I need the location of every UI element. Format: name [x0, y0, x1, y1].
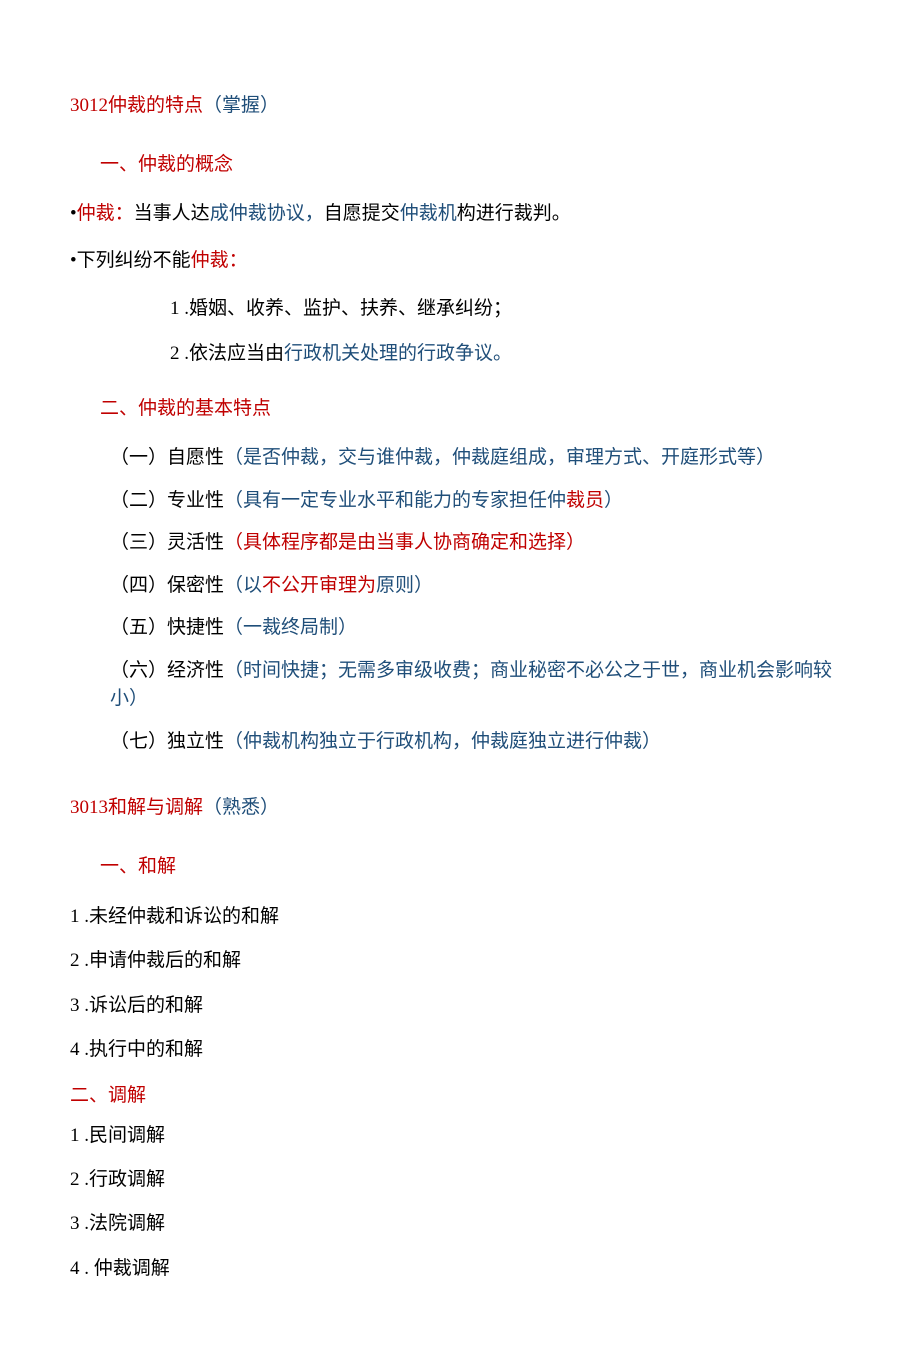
feature-1: （一）自愿性（是否仲裁，交与谁仲裁，仲裁庭组成，审理方式、开庭形式等） — [110, 444, 850, 473]
bullet-definition: •仲裁：当事人达成仲裁协议，自愿提交仲裁机构进行裁判。 — [70, 200, 850, 229]
section-label: 仲裁的特点 — [108, 95, 203, 116]
section-note: （掌握） — [203, 95, 279, 116]
hejie-2: 2 .申请仲裁后的和解 — [70, 946, 850, 976]
feature-7: （七）独立性（仲裁机构独立于行政机构，仲裁庭独立进行仲裁） — [110, 728, 850, 757]
feature-4: （四）保密性（以不公开审理为原则） — [110, 572, 850, 601]
section-label-3013: 和解与调解 — [108, 797, 203, 818]
feature-2: （二）专业性（具有一定专业水平和能力的专家担任仲裁员） — [110, 487, 850, 516]
section-note-3013: （熟悉） — [203, 797, 279, 818]
heading-hejie: 一、和解 — [100, 851, 850, 878]
tiaojie-2: 2 .行政调解 — [70, 1165, 850, 1195]
tiaojie-4: 4 . 仲裁调解 — [70, 1254, 850, 1284]
section-3013-title: 3013和解与调解（熟悉） — [70, 792, 850, 819]
feature-5: （五）快捷性（一裁终局制） — [110, 614, 850, 643]
hejie-4: 4 .执行中的和解 — [70, 1035, 850, 1065]
tiaojie-1: 1 .民间调解 — [70, 1121, 850, 1151]
heading-concept: 一、仲裁的概念 — [100, 149, 850, 176]
section-num: 3012 — [70, 95, 108, 116]
bullet-exclusions: •下列纠纷不能仲裁： — [70, 247, 850, 276]
section-3012-title: 3012仲裁的特点（掌握） — [70, 90, 850, 117]
tiaojie-3: 3 .法院调解 — [70, 1209, 850, 1239]
exclusion-1: 1 .婚姻、收养、监护、扶养、继承纠纷； — [170, 293, 850, 320]
hejie-3: 3 .诉讼后的和解 — [70, 991, 850, 1021]
section-num-3013: 3013 — [70, 797, 108, 818]
feature-6: （六）经济性（时间快捷；无需多审级收费；商业秘密不必公之于世，商业机会影响较小） — [110, 657, 850, 714]
heading-features: 二、仲裁的基本特点 — [100, 393, 850, 420]
heading-tiaojie: 二、调解 — [70, 1080, 850, 1107]
hejie-1: 1 .未经仲裁和诉讼的和解 — [70, 902, 850, 932]
feature-3: （三）灵活性（具体程序都是由当事人协商确定和选择） — [110, 529, 850, 558]
exclusion-2: 2 .依法应当由行政机关处理的行政争议。 — [170, 338, 850, 365]
